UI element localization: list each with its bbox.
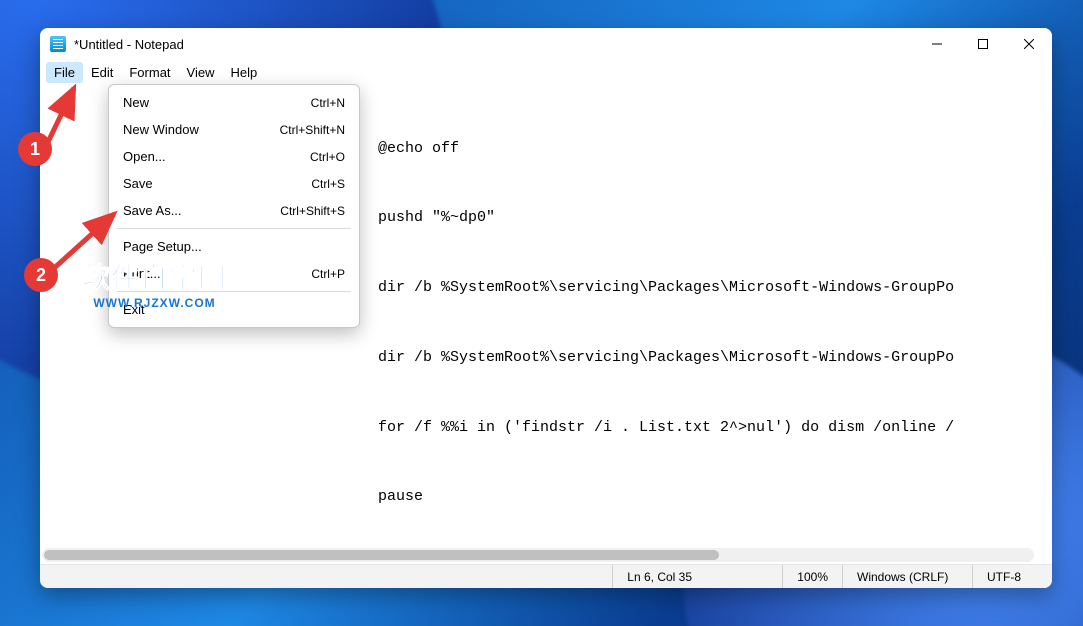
- notepad-icon: [50, 36, 66, 52]
- editor-line: dir /b %SystemRoot%\servicing\Packages\M…: [48, 346, 1044, 369]
- status-encoding: UTF-8: [972, 565, 1052, 588]
- annotation-badge-label: 1: [30, 139, 40, 160]
- menu-item-shortcut: Ctrl+S: [311, 177, 345, 191]
- menu-item-label: Print...: [123, 266, 311, 281]
- menu-item-shortcut: Ctrl+Shift+N: [280, 123, 345, 137]
- menu-item-new-window[interactable]: New Window Ctrl+Shift+N: [109, 116, 359, 143]
- menu-item-label: Save As...: [123, 203, 280, 218]
- menu-item-shortcut: Ctrl+N: [311, 96, 345, 110]
- window-title: *Untitled - Notepad: [74, 37, 184, 52]
- annotation-arrow-icon: [46, 208, 126, 278]
- file-menu-dropdown: New Ctrl+N New Window Ctrl+Shift+N Open.…: [108, 84, 360, 328]
- scrollbar-thumb[interactable]: [44, 550, 719, 560]
- menubar: File Edit Format View Help: [40, 60, 1052, 84]
- menu-item-save[interactable]: Save Ctrl+S: [109, 170, 359, 197]
- menu-item-save-as[interactable]: Save As... Ctrl+Shift+S: [109, 197, 359, 224]
- menu-item-shortcut: Ctrl+P: [311, 267, 345, 281]
- menu-item-open[interactable]: Open... Ctrl+O: [109, 143, 359, 170]
- menu-item-new[interactable]: New Ctrl+N: [109, 89, 359, 116]
- statusbar: Ln 6, Col 35 100% Windows (CRLF) UTF-8: [40, 564, 1052, 588]
- annotation-badge-2: 2: [24, 258, 58, 292]
- editor-line: pause: [48, 485, 1044, 508]
- menu-item-shortcut: Ctrl+O: [310, 150, 345, 164]
- close-button[interactable]: [1006, 28, 1052, 60]
- status-zoom: 100%: [782, 565, 842, 588]
- editor-line: for /f %%i in ('findstr /i . List.txt 2^…: [48, 416, 1044, 439]
- status-position: Ln 6, Col 35: [612, 565, 782, 588]
- menu-item-label: New Window: [123, 122, 280, 137]
- annotation-badge-label: 2: [36, 265, 46, 286]
- menu-item-label: Exit: [123, 302, 345, 317]
- menu-separator: [117, 228, 351, 229]
- menu-item-label: Open...: [123, 149, 310, 164]
- menu-separator: [117, 291, 351, 292]
- menu-format[interactable]: Format: [121, 62, 178, 83]
- annotation-badge-1: 1: [18, 132, 52, 166]
- menu-item-exit[interactable]: Exit: [109, 296, 359, 323]
- titlebar[interactable]: *Untitled - Notepad: [40, 28, 1052, 60]
- maximize-button[interactable]: [960, 28, 1006, 60]
- minimize-button[interactable]: [914, 28, 960, 60]
- menu-item-print[interactable]: Print... Ctrl+P: [109, 260, 359, 287]
- menu-help[interactable]: Help: [222, 62, 265, 83]
- menu-view[interactable]: View: [179, 62, 223, 83]
- menu-item-page-setup[interactable]: Page Setup...: [109, 233, 359, 260]
- horizontal-scrollbar[interactable]: [42, 548, 1034, 562]
- menu-item-label: Page Setup...: [123, 239, 345, 254]
- menu-item-label: New: [123, 95, 311, 110]
- status-line-ending: Windows (CRLF): [842, 565, 972, 588]
- menu-item-label: Save: [123, 176, 311, 191]
- menu-item-shortcut: Ctrl+Shift+S: [280, 204, 345, 218]
